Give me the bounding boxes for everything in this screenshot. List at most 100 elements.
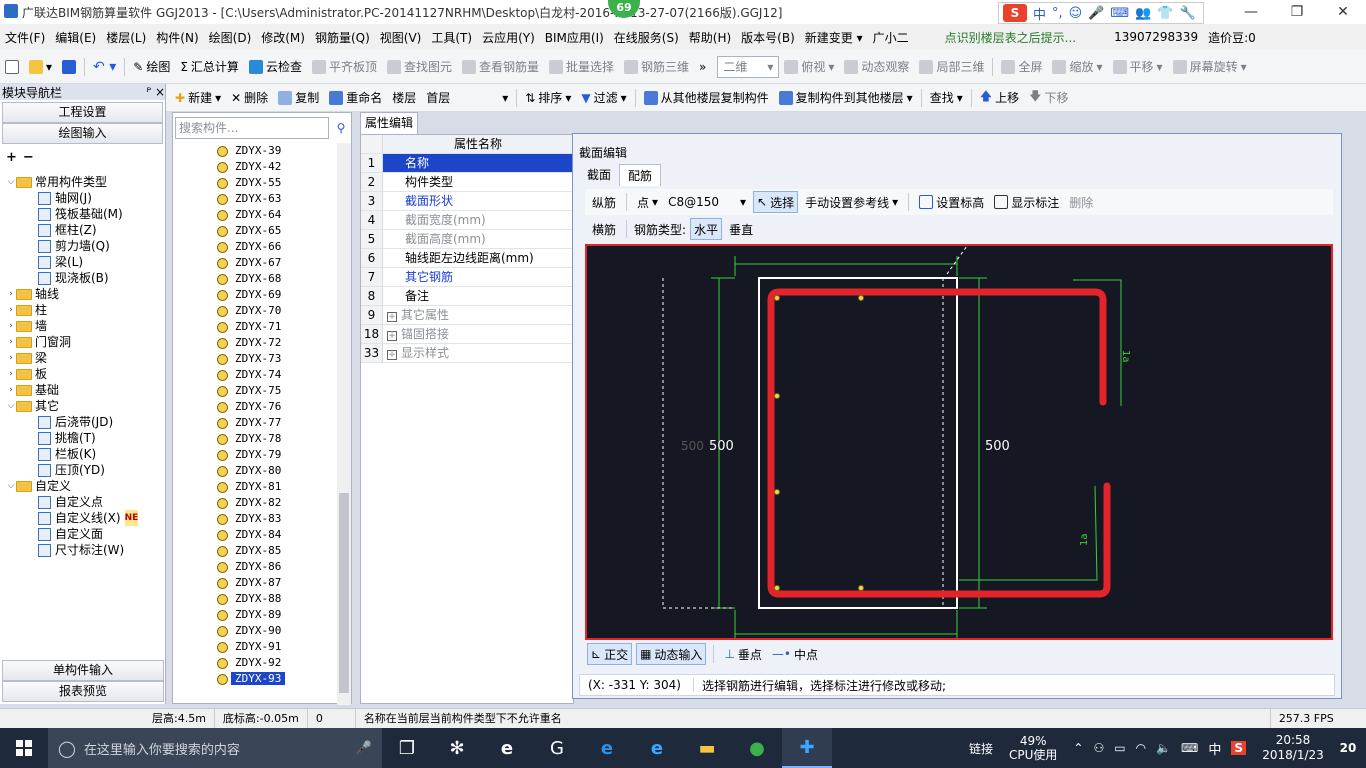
filter-button[interactable]: ▼ 过滤 ▾: [576, 87, 631, 109]
perpendicular-snap-button[interactable]: ⊥ 垂点: [721, 643, 764, 665]
list-item[interactable]: ZDYX-66: [173, 239, 337, 255]
ime-keyboard-icon[interactable]: ⌨: [1110, 6, 1129, 21]
rebar-point[interactable]: [774, 489, 780, 495]
list-item[interactable]: ZDYX-79: [173, 447, 337, 463]
list-item[interactable]: ZDYX-93: [173, 671, 337, 687]
close-icon[interactable]: ✕: [1320, 0, 1366, 24]
file-explorer-icon[interactable]: ▬: [682, 728, 732, 768]
tree-node[interactable]: 框柱(Z): [2, 222, 164, 238]
copy-button[interactable]: 复制: [273, 87, 324, 109]
list-item[interactable]: ZDYX-87: [173, 575, 337, 591]
align-slab-top-button[interactable]: 平齐板顶: [307, 56, 382, 78]
dim-500-right[interactable]: 500: [985, 439, 1010, 454]
tree-node[interactable]: 挑檐(T): [2, 430, 164, 446]
tree-node[interactable]: 自定义面: [2, 526, 164, 542]
rebar-spec-select[interactable]: C8@150 ▾: [665, 191, 749, 213]
cloud-check-button[interactable]: 云检查: [244, 56, 307, 78]
tray-chevron-icon[interactable]: ⌃: [1073, 741, 1083, 755]
ie-browser-icon[interactable]: e: [482, 728, 532, 768]
tree-node[interactable]: › 板: [2, 366, 164, 382]
list-item[interactable]: ZDYX-69: [173, 287, 337, 303]
tree-node[interactable]: › 基础: [2, 382, 164, 398]
tray-link[interactable]: 链接: [969, 740, 993, 757]
vertical-button[interactable]: 垂直: [726, 218, 756, 240]
menu-hint[interactable]: 点识别楼层表之后提示...: [940, 29, 1081, 46]
top-view-button[interactable]: 俯视 ▾: [779, 56, 839, 78]
ime-skin-icon[interactable]: 👕: [1157, 6, 1173, 21]
rename-button[interactable]: 重命名: [324, 87, 387, 109]
dim-500-left[interactable]: 500: [709, 439, 734, 454]
tree-node[interactable]: 后浇带(JD): [2, 414, 164, 430]
list-item[interactable]: ZDYX-63: [173, 191, 337, 207]
midpoint-snap-button[interactable]: —• 中点: [769, 643, 821, 665]
menu-help[interactable]: 帮助(H): [684, 29, 736, 46]
find-button[interactable]: 查找 ▾: [925, 87, 968, 109]
tray-wifi-icon[interactable]: ◠: [1136, 741, 1146, 755]
expand-icon[interactable]: ›: [6, 302, 16, 318]
list-item[interactable]: ZDYX-84: [173, 527, 337, 543]
tree-node[interactable]: 现浇板(B): [2, 270, 164, 286]
microphone-icon[interactable]: 🎤: [356, 741, 372, 756]
property-row[interactable]: 9 + 其它属性: [361, 306, 573, 325]
menu-rebar[interactable]: 钢筋量(Q): [310, 29, 375, 46]
undo-icon[interactable]: ↶ ▾: [88, 56, 121, 78]
tree-node[interactable]: 轴网(J): [2, 190, 164, 206]
tray-volume-icon[interactable]: 🔈: [1156, 741, 1171, 755]
expand-plus-icon[interactable]: +: [387, 331, 397, 341]
list-item[interactable]: ZDYX-68: [173, 271, 337, 287]
summary-calc-button[interactable]: Σ 汇总计算: [175, 56, 244, 78]
menu-bim[interactable]: BIM应用(I): [540, 29, 609, 46]
expand-all-icon[interactable]: +: [6, 150, 17, 165]
new-component-button[interactable]: ✚ 新建 ▾: [170, 87, 226, 109]
collapse-icon[interactable]: ⌵: [6, 478, 16, 494]
rebar-point[interactable]: [774, 393, 780, 399]
property-row[interactable]: 2 构件类型: [361, 173, 573, 192]
tree-node[interactable]: 尺寸标注(W): [2, 542, 164, 558]
ime-settings-icon[interactable]: 🔧: [1180, 6, 1196, 21]
tree-node[interactable]: ⌵ 常用构件类型: [2, 174, 164, 190]
tree-node[interactable]: 压顶(YD): [2, 462, 164, 478]
list-item[interactable]: ZDYX-74: [173, 367, 337, 383]
ime-punct-icon[interactable]: °,: [1052, 6, 1063, 21]
menu-tools[interactable]: 工具(T): [426, 29, 477, 46]
menu-floor[interactable]: 楼层(L): [101, 29, 151, 46]
expand-collapse-icons[interactable]: + −: [6, 150, 34, 165]
property-row[interactable]: 5 截面高度(mm): [361, 230, 573, 249]
batch-select-button[interactable]: 批量选择: [544, 56, 619, 78]
menu-view[interactable]: 视图(V): [375, 29, 427, 46]
horizontal-button[interactable]: 水平: [690, 218, 723, 240]
search-icon[interactable]: ⚲: [331, 117, 351, 139]
property-row[interactable]: 6 轴线距左边线距离(mm): [361, 249, 573, 268]
list-item[interactable]: ZDYX-89: [173, 607, 337, 623]
tree-node[interactable]: › 轴线: [2, 286, 164, 302]
windows-start-icon[interactable]: [0, 728, 48, 768]
menu-online[interactable]: 在线服务(S): [609, 29, 684, 46]
move-down-button[interactable]: 🡇 下移: [1024, 87, 1073, 109]
property-row[interactable]: 3 截面形状: [361, 192, 573, 211]
dynamic-input-button[interactable]: ▦ 动态输入: [636, 643, 707, 665]
dim-500-left-gray[interactable]: 500: [681, 439, 704, 453]
dynamic-observe-button[interactable]: 动态观察: [839, 56, 914, 78]
copy-from-floor-button[interactable]: 从其他楼层复制构件: [639, 87, 774, 109]
list-item[interactable]: ZDYX-42: [173, 159, 337, 175]
expand-icon[interactable]: ›: [6, 366, 16, 382]
view-mode-select[interactable]: 二维 ▾: [717, 55, 780, 78]
project-settings-button[interactable]: 工程设置: [2, 102, 163, 123]
delete-rebar-button[interactable]: 删除: [1066, 191, 1096, 213]
ime-voice-icon[interactable]: 🎤: [1088, 6, 1104, 21]
list-item[interactable]: ZDYX-55: [173, 175, 337, 191]
tray-sogou-icon[interactable]: S: [1231, 741, 1246, 755]
la-bottom-label[interactable]: 1a: [1079, 534, 1090, 547]
move-up-button[interactable]: 🡅 上移: [975, 87, 1024, 109]
list-item[interactable]: ZDYX-77: [173, 415, 337, 431]
search-input[interactable]: 搜索构件...: [175, 117, 329, 139]
ime-toolbar[interactable]: S 中 °, ☺ 🎤 ⌨ 👥 👕 🔧: [998, 2, 1204, 24]
list-item[interactable]: ZDYX-82: [173, 495, 337, 511]
section-outline[interactable]: [758, 277, 958, 609]
notification-center-icon[interactable]: 20: [1330, 741, 1366, 755]
drawing-canvas[interactable]: 500 500 500 1a 1a: [585, 244, 1333, 640]
property-row[interactable]: 7 其它钢筋: [361, 268, 573, 287]
delete-button[interactable]: ✕ 删除: [226, 87, 273, 109]
view-rebar-qty-button[interactable]: 查看钢筋量: [457, 56, 544, 78]
expand-icon[interactable]: ›: [6, 334, 16, 350]
